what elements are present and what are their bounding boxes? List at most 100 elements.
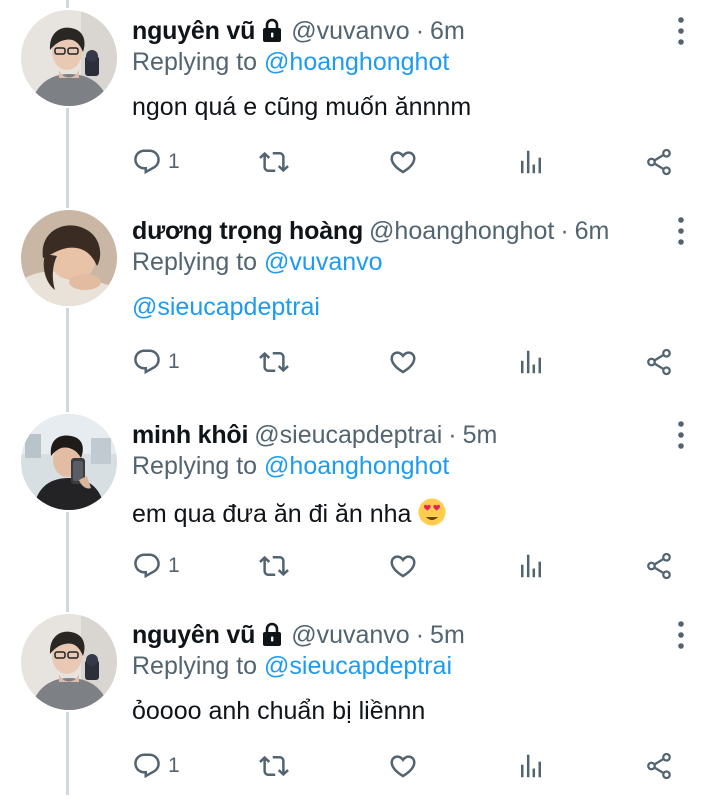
heart-eyes-emoji xyxy=(417,497,447,527)
retweet-button[interactable] xyxy=(259,544,289,588)
reply-button[interactable]: 1 xyxy=(132,544,180,588)
like-button[interactable] xyxy=(388,140,418,184)
share-button[interactable] xyxy=(644,340,674,384)
views-button[interactable] xyxy=(516,544,546,588)
display-name[interactable]: nguyên vũ xyxy=(132,621,255,650)
separator-dot: · xyxy=(415,620,425,649)
replying-to: Replying to @hoanghonghot xyxy=(132,48,449,77)
reply-icon xyxy=(132,751,162,781)
timestamp[interactable]: 6m xyxy=(575,217,610,246)
lock-icon xyxy=(261,18,283,44)
share-button[interactable] xyxy=(644,140,674,184)
timestamp[interactable]: 5m xyxy=(430,621,465,650)
user-handle[interactable]: @hoanghonghot xyxy=(369,217,554,246)
timestamp[interactable]: 5m xyxy=(463,421,498,450)
tweet-actions: 1 xyxy=(0,544,720,588)
heart-icon xyxy=(388,347,418,377)
user-handle[interactable]: @vuvanvo xyxy=(291,621,410,650)
replying-to: Replying to @vuvanvo xyxy=(132,248,383,277)
retweet-icon xyxy=(259,551,289,581)
display-name[interactable]: minh khôi xyxy=(132,421,248,450)
tweet-header: nguyên vũ @vuvanvo · 6m xyxy=(132,14,465,48)
tweet[interactable]: dương trọng hoàng @hoanghonghot · 6m Rep… xyxy=(0,200,720,400)
tweet-text-mention[interactable]: @sieucapdeptrai xyxy=(132,293,320,322)
separator-dot: · xyxy=(560,216,569,245)
avatar[interactable] xyxy=(21,10,117,106)
retweet-icon xyxy=(259,147,289,177)
heart-icon xyxy=(388,751,418,781)
reply-count: 1 xyxy=(168,754,180,777)
like-button[interactable] xyxy=(388,544,418,588)
tweet-header: nguyên vũ @vuvanvo · 5m xyxy=(132,618,465,652)
separator-dot: · xyxy=(448,420,457,449)
reply-button[interactable]: 1 xyxy=(132,340,180,384)
separator-dot: · xyxy=(415,16,425,45)
reply-count: 1 xyxy=(168,554,180,577)
tweet-header: minh khôi @sieucapdeptrai · 5m xyxy=(132,418,497,452)
share-icon xyxy=(644,347,674,377)
replying-to: Replying to @sieucapdeptrai xyxy=(132,652,452,681)
tweet-text: ngon quá e cũng muốn ănnnm xyxy=(132,93,472,121)
tweet[interactable]: nguyên vũ @vuvanvo · 6m Replying to @hoa… xyxy=(0,0,720,200)
retweet-button[interactable] xyxy=(259,340,289,384)
analytics-icon xyxy=(516,751,546,781)
replying-to-mention[interactable]: @vuvanvo xyxy=(264,248,383,276)
more-vertical-icon[interactable] xyxy=(672,216,690,246)
views-button[interactable] xyxy=(516,744,546,788)
retweet-button[interactable] xyxy=(259,744,289,788)
avatar[interactable] xyxy=(21,414,117,510)
share-icon xyxy=(644,147,674,177)
reply-icon xyxy=(132,551,162,581)
tweet-text: ỏoooo anh chuẩn bị liềnnn xyxy=(132,697,426,725)
tweet-body: em qua đưa ăn đi ăn nha xyxy=(132,497,447,529)
share-icon xyxy=(644,751,674,781)
replying-to-label: Replying to xyxy=(132,452,258,480)
share-icon xyxy=(644,551,674,581)
retweet-button[interactable] xyxy=(259,140,289,184)
reply-count: 1 xyxy=(168,150,180,173)
tweet-actions: 1 xyxy=(0,140,720,184)
retweet-icon xyxy=(259,751,289,781)
analytics-icon xyxy=(516,551,546,581)
more-vertical-icon[interactable] xyxy=(672,16,690,46)
tweet-actions: 1 xyxy=(0,340,720,384)
share-button[interactable] xyxy=(644,744,674,788)
like-button[interactable] xyxy=(388,744,418,788)
tweet-actions: 1 xyxy=(0,744,720,788)
more-vertical-icon[interactable] xyxy=(672,620,690,650)
reply-count: 1 xyxy=(168,350,180,373)
like-button[interactable] xyxy=(388,340,418,384)
tweet-header: dương trọng hoàng @hoanghonghot · 6m xyxy=(132,214,609,248)
display-name[interactable]: nguyên vũ xyxy=(132,17,255,46)
avatar[interactable] xyxy=(21,210,117,306)
tweet[interactable]: minh khôi @sieucapdeptrai · 5m Replying … xyxy=(0,404,720,604)
analytics-icon xyxy=(516,147,546,177)
reply-button[interactable]: 1 xyxy=(132,140,180,184)
analytics-icon xyxy=(516,347,546,377)
reply-button[interactable]: 1 xyxy=(132,744,180,788)
heart-icon xyxy=(388,147,418,177)
replying-to-label: Replying to xyxy=(132,652,258,680)
replying-to-mention[interactable]: @sieucapdeptrai xyxy=(264,652,452,680)
reply-icon xyxy=(132,347,162,377)
views-button[interactable] xyxy=(516,140,546,184)
views-button[interactable] xyxy=(516,340,546,384)
user-handle[interactable]: @sieucapdeptrai xyxy=(254,421,442,450)
lock-icon xyxy=(261,622,283,648)
tweet[interactable]: nguyên vũ @vuvanvo · 5m Replying to @sie… xyxy=(0,604,720,804)
user-handle[interactable]: @vuvanvo xyxy=(291,17,410,46)
replying-to-mention[interactable]: @hoanghonghot xyxy=(264,452,449,480)
more-vertical-icon[interactable] xyxy=(672,420,690,450)
share-button[interactable] xyxy=(644,544,674,588)
heart-icon xyxy=(388,551,418,581)
retweet-icon xyxy=(259,347,289,377)
reply-icon xyxy=(132,147,162,177)
avatar[interactable] xyxy=(21,614,117,710)
replying-to-label: Replying to xyxy=(132,48,258,76)
display-name[interactable]: dương trọng hoàng xyxy=(132,217,363,246)
tweet-text: em qua đưa ăn đi ăn nha xyxy=(132,500,412,528)
replying-to-label: Replying to xyxy=(132,248,258,276)
replying-to: Replying to @hoanghonghot xyxy=(132,452,449,481)
replying-to-mention[interactable]: @hoanghonghot xyxy=(264,48,449,76)
timestamp[interactable]: 6m xyxy=(430,17,465,46)
